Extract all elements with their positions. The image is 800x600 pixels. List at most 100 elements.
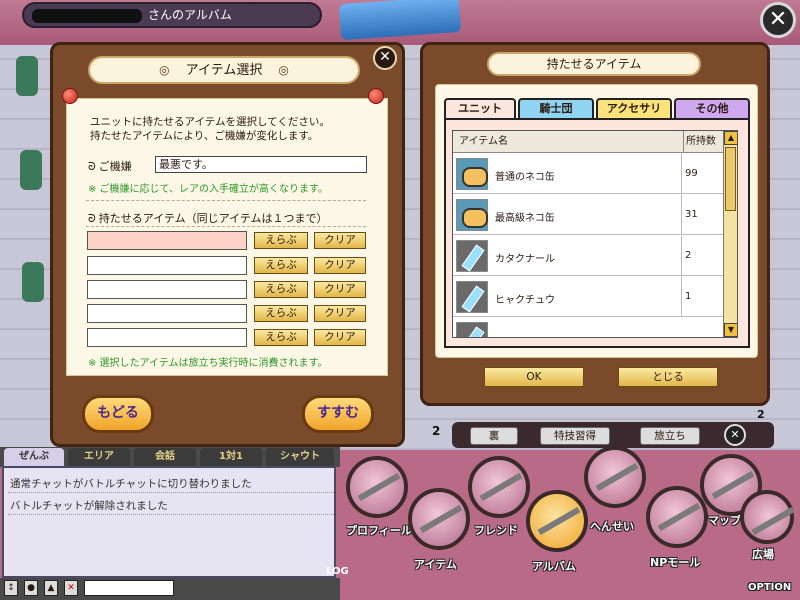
list-item[interactable]: カタクナール 2	[453, 236, 723, 276]
close-list-button[interactable]: とじる	[618, 367, 718, 387]
swirl-icon: ᘐ	[88, 212, 96, 225]
item-menu-label: アイテム	[414, 558, 457, 571]
album-menu-label: アルバム	[532, 560, 576, 573]
pushpin-icon	[368, 88, 384, 104]
profile-menu-label: プロフィール	[346, 524, 412, 537]
tab-unit[interactable]: ユニット	[444, 98, 516, 118]
item-select-title: アイテム選択	[185, 63, 263, 78]
chat-tab-talk[interactable]: 会話	[134, 448, 196, 466]
pushpin-icon	[62, 88, 78, 104]
chat-log: 通常チャットがバトルチャットに切り替わりました バトルチャットが解除されました	[2, 466, 336, 578]
main-close-icon[interactable]: ✕	[760, 2, 796, 38]
potion-bottle-icon	[456, 240, 488, 272]
cat-can-icon	[456, 199, 488, 231]
chat-input[interactable]	[84, 580, 174, 596]
item-slot-2[interactable]	[87, 256, 247, 275]
divider	[86, 226, 366, 227]
option-button[interactable]: OPTION	[748, 582, 791, 593]
clear-button-3[interactable]: クリア	[314, 281, 366, 298]
choose-button-2[interactable]: えらぶ	[254, 257, 308, 274]
scroll-down-icon[interactable]: ▼	[724, 323, 737, 337]
item-slot-5[interactable]	[87, 328, 247, 347]
item-slot-4[interactable]	[87, 304, 247, 323]
chat-tab-all[interactable]: ぜんぶ	[4, 448, 64, 466]
cat-decoration-icon	[22, 262, 44, 302]
profile-menu-button[interactable]	[346, 456, 408, 518]
redacted-username	[32, 8, 142, 23]
album-title: さんのアルバム	[148, 8, 232, 22]
log-label: LOG	[326, 566, 349, 577]
np-mall-menu-label: NPモール	[650, 556, 701, 569]
clear-button-4[interactable]: クリア	[314, 305, 366, 322]
cat-decoration-icon	[20, 150, 42, 190]
dialog-close-icon[interactable]: ✕	[373, 46, 397, 70]
column-count: 所持数	[686, 136, 716, 147]
choose-button-4[interactable]: えらぶ	[254, 305, 308, 322]
chat-message: バトルチャットが解除されました	[10, 500, 168, 512]
ok-button[interactable]: OK	[484, 367, 584, 387]
mood-label: ᘐ ご機嫌	[88, 160, 132, 173]
item-menu-button[interactable]	[408, 488, 470, 550]
formation-menu-label: へんせい	[590, 520, 634, 533]
cat-decoration-icon	[16, 56, 38, 96]
tab-knights[interactable]: 騎士団	[518, 98, 594, 118]
item-slot-1[interactable]	[87, 231, 247, 250]
item-list-header: アイテム名 所持数	[453, 131, 723, 153]
friend-menu-button[interactable]	[468, 456, 530, 518]
chat-tab-private[interactable]: 1対1	[200, 448, 262, 466]
list-item-partial[interactable]	[453, 318, 723, 337]
mood-value-field: 最悪です。	[155, 156, 367, 173]
clear-button-2[interactable]: クリア	[314, 257, 366, 274]
item-list: アイテム名 所持数 普通のネコ缶 99 最高級ネコ缶 31 カタクナール 2 ヒ…	[452, 130, 738, 338]
divider	[86, 200, 366, 201]
chat-person-icon[interactable]: ▲	[44, 580, 58, 596]
scroll-thumb[interactable]	[725, 147, 736, 211]
choose-button-5[interactable]: えらぶ	[254, 329, 308, 346]
consume-note: ※ 選択したアイテムは旅立ち実行時に消費されます。	[88, 358, 328, 369]
friend-menu-label: フレンド	[474, 524, 518, 537]
page-number-left: 2	[432, 424, 441, 438]
skill-learn-button[interactable]: 特技習得	[540, 427, 610, 445]
choose-button-1[interactable]: えらぶ	[254, 232, 308, 249]
column-name: アイテム名	[459, 136, 508, 147]
mood-note: ※ ご機嫌に応じて、レアの入手確立が高くなります。	[88, 184, 329, 195]
formation-menu-button[interactable]	[584, 446, 646, 508]
items-label: ᘐ 持たせるアイテム（同じアイテムは１つまで）	[88, 212, 328, 225]
choose-button-3[interactable]: えらぶ	[254, 281, 308, 298]
strip-close-icon[interactable]: ✕	[724, 424, 746, 446]
album-title-bar: さんのアルバム	[22, 2, 322, 28]
tab-other[interactable]: その他	[674, 98, 750, 118]
chat-message: 通常チャットがバトルチャットに切り替わりました	[10, 478, 252, 490]
cat-can-icon	[456, 158, 488, 190]
item-select-description: ユニットに持たせるアイテムを選択してください。 持たせたアイテムにより、ご機嫌が…	[90, 116, 330, 142]
tab-accessory[interactable]: アクセサリ	[596, 98, 672, 118]
depart-button[interactable]: 旅立ち	[640, 427, 700, 445]
clear-button-5[interactable]: クリア	[314, 329, 366, 346]
item-list-scrollbar[interactable]: ▲ ▼	[723, 131, 737, 337]
chat-block-icon[interactable]: ✕	[64, 580, 78, 596]
chat-tab-shout[interactable]: シャウト	[266, 448, 334, 466]
next-button[interactable]: すすむ	[302, 395, 374, 433]
back-button[interactable]: もどる	[82, 395, 154, 433]
plaza-menu-label: 広場	[752, 548, 774, 561]
chat-group-icon[interactable]: ●	[24, 580, 38, 596]
np-mall-menu-button[interactable]	[646, 486, 708, 548]
page-number-right: 2	[757, 408, 765, 421]
item-select-title-bar: ◎ アイテム選択 ◎	[88, 56, 360, 84]
chat-mode-icon[interactable]: ↕	[4, 580, 18, 596]
potion-bottle-icon	[456, 322, 488, 337]
swirl-icon: ᘐ	[88, 160, 96, 173]
list-item[interactable]: ヒャクチュウ 1	[453, 277, 723, 317]
list-item[interactable]: 普通のネコ缶 99	[453, 154, 723, 194]
album-menu-button[interactable]	[526, 490, 588, 552]
list-item[interactable]: 最高級ネコ缶 31	[453, 195, 723, 235]
clear-button-1[interactable]: クリア	[314, 232, 366, 249]
item-slot-3[interactable]	[87, 280, 247, 299]
plaza-menu-button[interactable]	[740, 490, 794, 544]
scroll-up-icon[interactable]: ▲	[724, 131, 737, 145]
chat-tab-area[interactable]: エリア	[68, 448, 130, 466]
map-menu-label: マップ	[708, 514, 741, 527]
potion-bottle-icon	[456, 281, 488, 313]
back-page-button[interactable]: 裏	[470, 427, 518, 445]
holdable-items-title: 持たせるアイテム	[487, 52, 701, 76]
